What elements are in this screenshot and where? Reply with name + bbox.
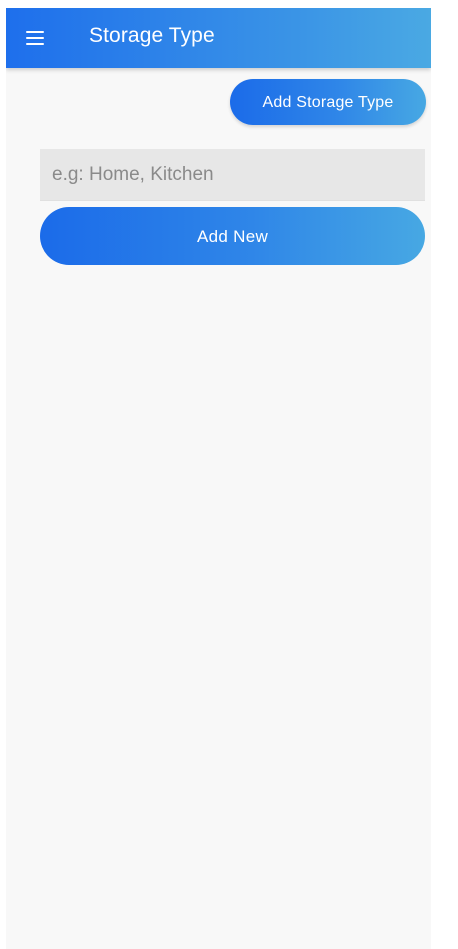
page-title: Storage Type [89, 24, 215, 47]
storage-type-field [40, 149, 425, 201]
menu-line [26, 31, 44, 33]
app-screen: Storage Type Add Storage Type Add New [6, 8, 431, 949]
menu-line [26, 37, 44, 39]
add-new-button[interactable]: Add New [40, 207, 425, 265]
menu-line [26, 43, 44, 45]
storage-type-input[interactable] [40, 149, 425, 200]
app-bar: Storage Type [6, 8, 431, 68]
add-storage-type-button[interactable]: Add Storage Type [230, 79, 426, 125]
hamburger-menu-icon[interactable] [24, 26, 48, 50]
